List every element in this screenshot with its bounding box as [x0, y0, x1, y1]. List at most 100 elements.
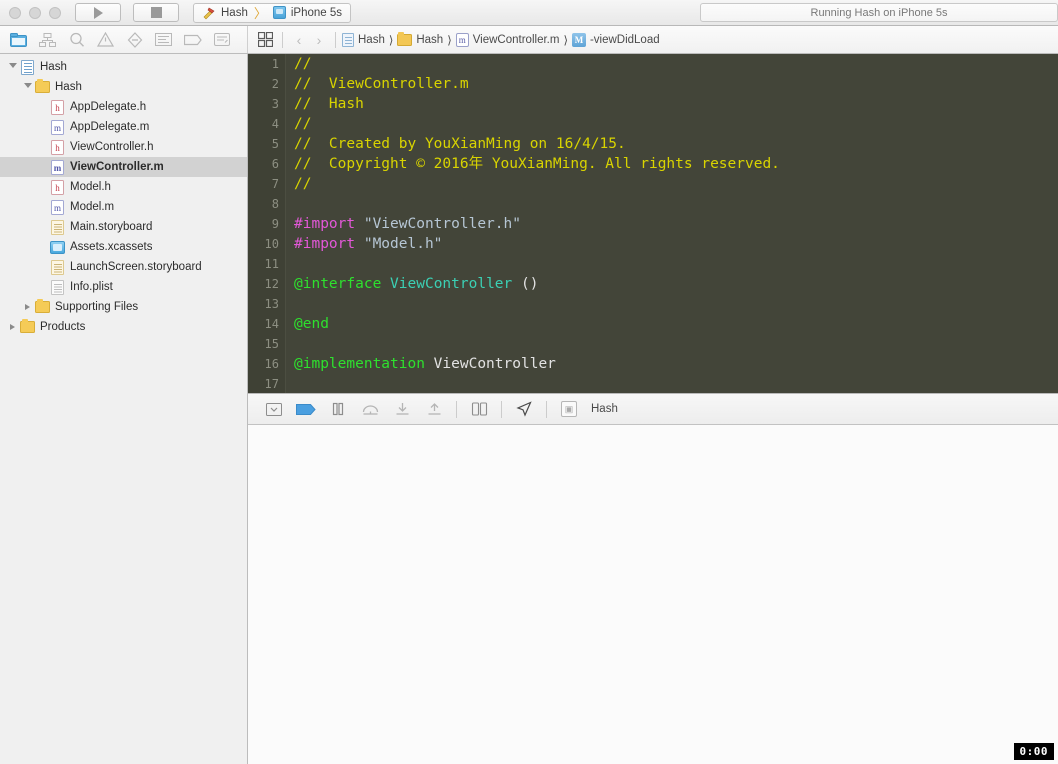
code-line[interactable]: @end	[294, 314, 1058, 334]
hide-console-icon[interactable]	[258, 398, 290, 420]
breadcrumb-item-group[interactable]: Hash	[397, 31, 443, 46]
zoom-button[interactable]	[49, 6, 61, 19]
code-line[interactable]: @interface ViewController ()	[294, 274, 1058, 294]
sidebar-item-launchscreen-storyboard[interactable]: LaunchScreen.storyboard	[0, 257, 247, 277]
line-number-gutter[interactable]: 1234567891011121314151617181920212223242…	[248, 54, 286, 393]
disclosure-triangle-icon[interactable]	[6, 63, 19, 71]
code-line[interactable]: // Created by YouXianMing on 16/4/15.	[294, 134, 1058, 154]
code-line[interactable]	[294, 254, 1058, 274]
sidebar-item-viewcontroller-h[interactable]: h ViewController.h	[0, 137, 247, 157]
code-line[interactable]: //	[294, 54, 1058, 74]
folder-navigator-icon[interactable]	[4, 29, 33, 51]
code-line[interactable]: //	[294, 114, 1058, 134]
line-number[interactable]: 7	[248, 174, 285, 194]
sidebar-item-hash[interactable]: Hash	[0, 57, 247, 77]
line-number[interactable]: 13	[248, 294, 285, 314]
process-icon: ▣	[553, 398, 585, 420]
sidebar-item-appdelegate-m[interactable]: m AppDelegate.m	[0, 117, 247, 137]
code-line[interactable]: // Hash	[294, 94, 1058, 114]
scheme-selector[interactable]: Hash 〉 iPhone 5s	[193, 2, 352, 23]
line-number[interactable]: 6	[248, 154, 285, 174]
code-token: //	[294, 176, 312, 192]
code-line[interactable]	[294, 334, 1058, 354]
line-number[interactable]: 5	[248, 134, 285, 154]
line-number[interactable]: 8	[248, 194, 285, 214]
code-line[interactable]: //	[294, 174, 1058, 194]
code-line[interactable]: #import "Model.h"	[294, 234, 1058, 254]
report-navigator-icon[interactable]	[207, 29, 236, 51]
code-line[interactable]	[294, 374, 1058, 393]
debug-navigator-icon[interactable]	[149, 29, 178, 51]
step-into-icon[interactable]	[386, 398, 418, 420]
navigator-selector-bar	[0, 26, 248, 53]
project-navigator[interactable]: Hash Hash h AppDelegate.h m AppDelegate.m h Vie…	[0, 54, 248, 764]
back-button[interactable]: ‹	[289, 30, 309, 50]
method-icon: M	[571, 32, 586, 47]
line-number[interactable]: 1	[248, 54, 285, 74]
code-line[interactable]	[294, 294, 1058, 314]
view-hierarchy-icon[interactable]	[463, 398, 495, 420]
breakpoint-navigator-icon[interactable]	[178, 29, 207, 51]
code-token: "Model.h"	[363, 236, 443, 252]
line-number[interactable]: 12	[248, 274, 285, 294]
editor-area: 1234567891011121314151617181920212223242…	[248, 54, 1058, 764]
debugbar-divider-2	[501, 400, 502, 418]
line-number[interactable]: 3	[248, 94, 285, 114]
sidebar-item-hash[interactable]: Hash	[0, 77, 247, 97]
sidebar-item-viewcontroller-m[interactable]: m ViewController.m	[0, 157, 247, 177]
step-over-icon[interactable]	[354, 398, 386, 420]
line-number[interactable]: 16	[248, 354, 285, 374]
line-number[interactable]: 2	[248, 74, 285, 94]
search-navigator-icon[interactable]	[62, 29, 91, 51]
pause-icon[interactable]	[322, 398, 354, 420]
forward-button[interactable]: ›	[309, 30, 329, 50]
disclosure-triangle-icon[interactable]	[6, 324, 19, 330]
continue-icon[interactable]	[290, 398, 322, 420]
line-number[interactable]: 17	[248, 374, 285, 393]
close-button[interactable]	[9, 6, 21, 19]
code-line[interactable]: // Copyright © 2016年 YouXianMing. All ri…	[294, 154, 1058, 174]
code-content[interactable]: // // ViewController.m // Hash // // Created…	[286, 54, 1058, 393]
related-items-icon[interactable]	[254, 30, 276, 50]
line-number[interactable]: 14	[248, 314, 285, 334]
source-control-navigator-icon[interactable]	[33, 29, 62, 51]
code-line[interactable]: @implementation ViewController	[294, 354, 1058, 374]
run-stop-group	[75, 3, 179, 22]
issue-navigator-icon[interactable]	[91, 29, 120, 51]
sidebar-item-label: AppDelegate.h	[70, 101, 147, 113]
stop-button[interactable]	[133, 3, 179, 22]
run-button[interactable]	[75, 3, 121, 22]
breadcrumb-item-method[interactable]: M -viewDidLoad	[571, 32, 660, 47]
line-number[interactable]: 9	[248, 214, 285, 234]
line-number[interactable]: 11	[248, 254, 285, 274]
disclosure-triangle-icon[interactable]	[21, 304, 34, 310]
console-output[interactable]	[248, 425, 1058, 764]
step-out-icon[interactable]	[418, 398, 450, 420]
sidebar-item-model-h[interactable]: h Model.h	[0, 177, 247, 197]
sidebar-item-assets-xcassets[interactable]: Assets.xcassets	[0, 237, 247, 257]
file-icon-wrap: m	[49, 199, 66, 215]
minimize-button[interactable]	[29, 6, 41, 19]
breadcrumb-item-project[interactable]: Hash	[342, 32, 385, 47]
sidebar-item-products[interactable]: Products	[0, 317, 247, 337]
sidebar-item-info-plist[interactable]: Info.plist	[0, 277, 247, 297]
line-number[interactable]: 10	[248, 234, 285, 254]
sidebar-item-main-storyboard[interactable]: Main.storyboard	[0, 217, 247, 237]
breadcrumb-item-file[interactable]: m ViewController.m	[455, 32, 559, 47]
test-navigator-icon[interactable]	[120, 29, 149, 51]
line-number[interactable]: 15	[248, 334, 285, 354]
breadcrumb-chevron-icon: ⟩	[388, 34, 394, 47]
breadcrumb-label: -viewDidLoad	[589, 33, 660, 46]
code-line[interactable]: // ViewController.m	[294, 74, 1058, 94]
sidebar-item-appdelegate-h[interactable]: h AppDelegate.h	[0, 97, 247, 117]
sidebar-item-supporting-files[interactable]: Supporting Files	[0, 297, 247, 317]
sidebar-item-label: Hash	[40, 61, 67, 73]
code-line[interactable]	[294, 194, 1058, 214]
line-number[interactable]: 4	[248, 114, 285, 134]
disclosure-triangle-icon[interactable]	[21, 83, 34, 91]
m-file-icon: m	[455, 32, 469, 47]
source-editor[interactable]: 1234567891011121314151617181920212223242…	[248, 54, 1058, 393]
code-line[interactable]: #import "ViewController.h"	[294, 214, 1058, 234]
simulate-location-icon[interactable]	[508, 398, 540, 420]
sidebar-item-model-m[interactable]: m Model.m	[0, 197, 247, 217]
